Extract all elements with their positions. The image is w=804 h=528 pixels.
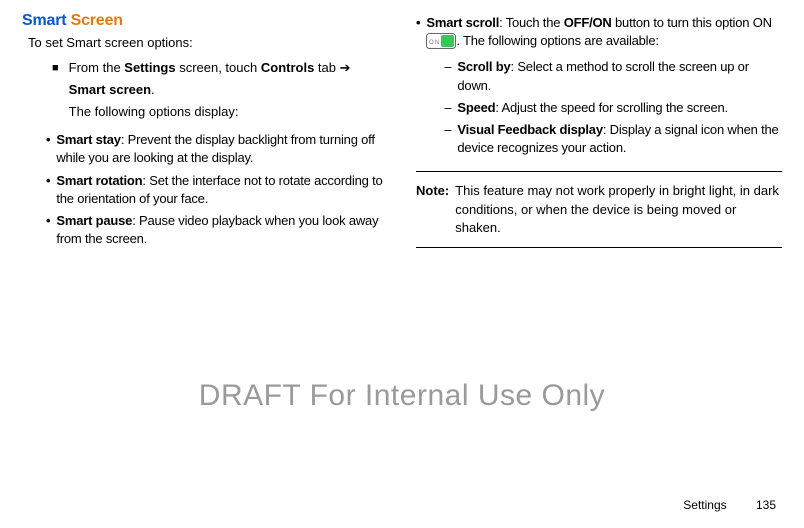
list-item: • Smart scroll: Touch the OFF/ON button … (416, 14, 782, 161)
svg-text:O N: O N (429, 40, 439, 46)
toggle-on-icon: O N (426, 33, 456, 54)
bullet-icon: • (46, 172, 50, 208)
note: Note: This feature may not work properly… (416, 182, 782, 237)
footer-page-number: 135 (756, 498, 776, 512)
note-label: Note: (416, 182, 449, 237)
list-item: – Scroll by: Select a method to scroll t… (444, 58, 782, 94)
list-item: • Smart stay: Prevent the display backli… (46, 131, 388, 167)
page-footer: Settings 135 (683, 497, 776, 514)
step-line-1: From the Settings screen, touch Controls… (69, 59, 388, 77)
bullet-icon: • (46, 131, 50, 167)
options-list-right: • Smart scroll: Touch the OFF/ON button … (416, 14, 782, 161)
step-line-2: Smart screen. (69, 81, 388, 99)
footer-section: Settings (683, 497, 726, 514)
list-item: • Smart rotation: Set the interface not … (46, 172, 388, 208)
note-body: This feature may not work properly in br… (455, 182, 782, 237)
intro-text: To set Smart screen options: (28, 34, 388, 52)
section-heading: Smart Screen (22, 10, 388, 32)
bullet-icon: • (416, 14, 420, 161)
list-item: • Smart pause: Pause video playback when… (46, 212, 388, 248)
page: Smart Screen To set Smart screen options… (0, 0, 804, 528)
divider (416, 247, 782, 248)
heading-word-1: Smart (22, 12, 66, 29)
options-list-left: • Smart stay: Prevent the display backli… (46, 131, 388, 248)
dash-icon: – (444, 121, 451, 157)
dash-icon: – (444, 99, 451, 117)
right-column: • Smart scroll: Touch the OFF/ON button … (416, 10, 782, 258)
watermark: DRAFT For Internal Use Only (0, 375, 804, 417)
divider (416, 171, 782, 172)
dash-icon: – (444, 58, 451, 94)
square-bullet-icon: ■ (52, 61, 59, 126)
step-1: ■ From the Settings screen, touch Contro… (52, 59, 388, 126)
list-item: – Visual Feedback display: Display a sig… (444, 121, 782, 157)
columns: Smart Screen To set Smart screen options… (22, 10, 782, 258)
left-column: Smart Screen To set Smart screen options… (22, 10, 388, 258)
heading-word-2: Screen (71, 12, 123, 29)
sub-options: – Scroll by: Select a method to scroll t… (444, 58, 782, 157)
bullet-icon: • (46, 212, 50, 248)
step-line-3: The following options display: (69, 103, 388, 121)
list-item: – Speed: Adjust the speed for scrolling … (444, 99, 782, 117)
